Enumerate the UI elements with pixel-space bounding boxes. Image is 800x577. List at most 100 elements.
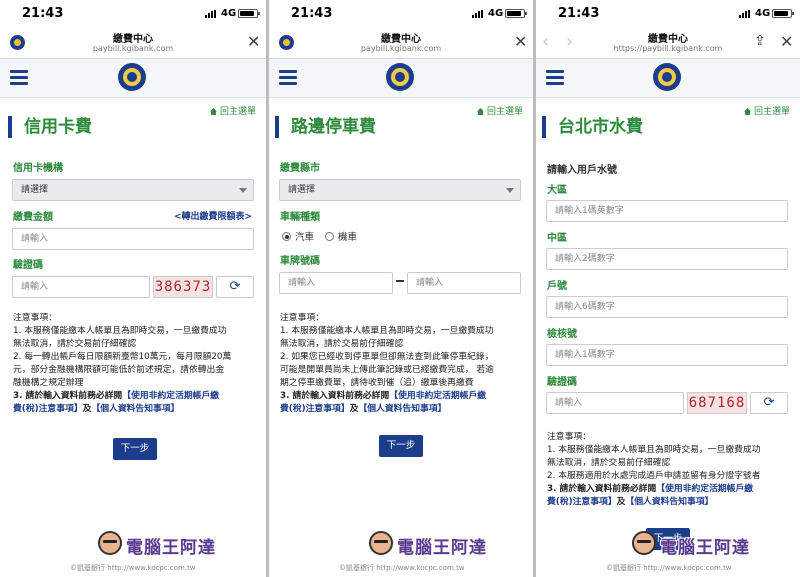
back-to-main-menu-link[interactable]: 回主選單 — [210, 104, 256, 117]
notes-line: 無法取消，請於交易前仔細確認 — [547, 458, 671, 468]
watermark-mascot-icon — [369, 531, 393, 555]
notes-item3-cont: 費(稅)注意事項】及【個人資料告知事項】 — [13, 403, 261, 416]
watermark-copyright: ©凱基銀行 — [70, 564, 105, 572]
browser-bar: 繳費中心 paybill.kgibank.com ✕ — [269, 26, 533, 59]
next-button[interactable]: 下一步 — [379, 435, 423, 457]
page-title: 路邊停車費 — [275, 116, 376, 138]
watermark-mascot-icon — [98, 531, 122, 555]
menu-icon[interactable] — [10, 70, 28, 86]
notes-item3: 3. 請於輸入資料前務必詳閱【使用非約定活期帳戶繳 — [13, 390, 261, 403]
status-time: 21:43 — [22, 6, 64, 21]
notes-line: 期之停車繳費單，請待收到催（追）繳單後再繳費 — [280, 378, 474, 388]
browser-url[interactable]: paybill.kgibank.com — [0, 44, 266, 53]
back-to-main-menu-link[interactable]: 回主選單 — [744, 104, 790, 117]
network-type: 4G — [488, 8, 504, 19]
notes-line: 元，部分金融機構限額可能低於前述規定，請依轉出金 — [13, 365, 225, 375]
close-icon[interactable]: ✕ — [780, 32, 793, 51]
notes-line: 1. 本服務僅能繳本人帳單且為即時交易，一旦繳費成功 — [13, 326, 227, 336]
menu-icon[interactable] — [279, 70, 297, 86]
captcha-label: 驗證碼 — [547, 377, 577, 388]
next-button[interactable]: 下一步 — [113, 438, 157, 460]
status-bar: 21:43 4G — [536, 0, 800, 26]
water-id-intro: 請輸入用戶水號 — [547, 165, 617, 176]
limit-table-link[interactable]: <轉出繳費限額表> — [174, 209, 252, 222]
notes-heading: 注意事項： — [280, 313, 324, 323]
bank-select[interactable]: 請選擇 — [12, 179, 254, 201]
notes-line: 1. 本服務僅能繳本人帳單且為即時交易，一旦繳費成功 — [547, 445, 761, 455]
app-header — [269, 59, 533, 98]
vehicle-car-label: 汽車 — [295, 232, 315, 243]
captcha-input[interactable]: 請輸入 — [12, 276, 150, 298]
status-bar: 21:43 4G — [0, 0, 266, 26]
check-digit-input[interactable]: 請輸入1碼數字 — [546, 344, 788, 366]
plate-suffix-input[interactable]: 請輸入 — [407, 272, 521, 294]
watermark-mascot-icon — [632, 531, 656, 555]
plate-number-label: 車牌號碼 — [280, 256, 320, 267]
watermark-url: http://www.kocpc.com.tw — [107, 564, 196, 572]
city-select[interactable]: 請選擇 — [279, 179, 521, 201]
status-bar: 21:43 4G — [269, 0, 533, 26]
browser-bar: ‹ › 繳費中心 https://paybill.kgibank.com ⇪ ✕ — [536, 26, 800, 59]
menu-icon[interactable] — [546, 70, 564, 86]
captcha-label: 驗證碼 — [13, 260, 43, 271]
captcha-refresh-button[interactable]: ⟳ — [216, 276, 254, 298]
phone-panel-water-bill: 21:43 4G ‹ › 繳費中心 https://paybill.kgiban… — [536, 0, 800, 577]
watermark-sub: ©凱基銀行 http://www.kocpc.com.tw — [70, 563, 196, 573]
home-icon — [477, 108, 484, 115]
privacy-link[interactable]: 【個人資料告知事項】 — [358, 404, 446, 414]
terms-link-cont[interactable]: 費(稅)注意事項】 — [280, 404, 350, 414]
status-time: 21:43 — [291, 6, 333, 21]
browser-url[interactable]: paybill.kgibank.com — [269, 44, 533, 53]
share-icon[interactable]: ⇪ — [754, 33, 766, 49]
refresh-icon: ⟳ — [763, 395, 775, 410]
terms-link-cont[interactable]: 費(稅)注意事項】 — [13, 404, 83, 414]
notes-item3-cont: 費(稅)注意事項】及【個人資料告知事項】 — [547, 496, 797, 509]
back-link-label: 回主選單 — [220, 107, 257, 117]
watermark-sub: ©凱基銀行 http://www.kocpc.com.tw — [339, 563, 465, 573]
notes-line: 無法取消，請於交易前仔細確認 — [13, 339, 137, 349]
bank-logo[interactable] — [386, 63, 414, 91]
notes-line: 融機構之規定辦理 — [13, 378, 84, 388]
mid-district-input[interactable]: 請輸入2碼數字 — [546, 248, 788, 270]
radio-unchecked-icon — [325, 232, 334, 241]
close-icon[interactable]: ✕ — [247, 32, 260, 51]
back-link-label: 回主選單 — [754, 107, 791, 117]
watermark-sub: ©凱基銀行 http://www.kocpc.com.tw — [606, 563, 732, 573]
notes-item3-prefix: 3. 請於輸入資料前務必詳閱 — [13, 391, 123, 401]
plate-prefix-input[interactable]: 請輸入 — [279, 272, 393, 294]
notes-line: 可能是開單員尚未上傳此筆記錄或已經繳費完成， 若逾 — [280, 365, 494, 375]
privacy-link[interactable]: 【個人資料告知事項】 — [625, 497, 713, 507]
amount-input[interactable]: 請輸入 — [12, 228, 254, 250]
account-number-label: 戶號 — [547, 281, 567, 292]
phone-panel-parking-fee: 21:43 4G 繳費中心 paybill.kgibank.com ✕ 回主選單… — [269, 0, 533, 577]
browser-bar: 繳費中心 paybill.kgibank.com ✕ — [0, 26, 266, 59]
page-title: 信用卡費 — [8, 116, 92, 138]
refresh-icon: ⟳ — [229, 279, 241, 294]
privacy-link[interactable]: 【個人資料告知事項】 — [91, 404, 179, 414]
account-number-input[interactable]: 請輸入6碼數字 — [546, 296, 788, 318]
bank-logo[interactable] — [653, 63, 681, 91]
notes-item3: 3. 請於輸入資料前務必詳閱【使用非約定活期帳戶繳 — [547, 483, 797, 496]
watermark-copyright: ©凱基銀行 — [339, 564, 374, 572]
terms-link-cont[interactable]: 費(稅)注意事項】 — [547, 497, 617, 507]
plate-separator — [396, 280, 404, 282]
bank-logo[interactable] — [118, 63, 146, 91]
back-to-main-menu-link[interactable]: 回主選單 — [477, 104, 523, 117]
network-type: 4G — [221, 8, 237, 19]
check-digit-label: 檢核號 — [547, 329, 577, 340]
terms-link[interactable]: 【使用非約定活期帳戶繳 — [122, 391, 219, 401]
notes-heading: 注意事項： — [13, 313, 57, 323]
terms-link[interactable]: 【使用非約定活期帳戶繳 — [389, 391, 486, 401]
captcha-refresh-button[interactable]: ⟳ — [750, 392, 788, 414]
close-icon[interactable]: ✕ — [514, 32, 527, 51]
app-header — [0, 59, 266, 98]
signal-icon — [205, 10, 219, 18]
terms-link[interactable]: 【使用非約定活期帳戶繳 — [656, 484, 753, 494]
status-time: 21:43 — [558, 6, 600, 21]
notes-line: 無法取消，請於交易前仔細確認 — [280, 339, 404, 349]
captcha-input[interactable]: 請輸入 — [546, 392, 684, 414]
vehicle-moto-radio[interactable]: 機車 — [325, 229, 357, 243]
vehicle-car-radio[interactable]: 汽車 — [282, 229, 314, 243]
captcha-image: 386373 — [153, 276, 213, 298]
district-input[interactable]: 請輸入1碼英數字 — [546, 200, 788, 222]
